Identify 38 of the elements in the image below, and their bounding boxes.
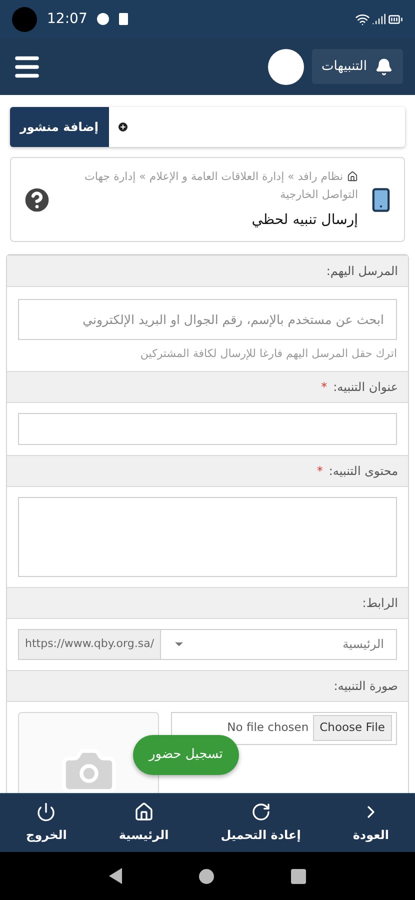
- reload-icon: [250, 802, 271, 822]
- home-icon: [134, 802, 154, 822]
- link-select[interactable]: الرئيسية: [160, 628, 397, 660]
- field-label: صورة التنبيه:: [334, 678, 398, 694]
- field-label: الرابط:: [362, 594, 398, 612]
- check-in-button[interactable]: تسجيل حضور: [133, 735, 239, 775]
- clock-text: 12:07: [47, 10, 88, 28]
- file-status-text: No file chosen: [227, 719, 309, 736]
- title-input-field[interactable]: [18, 412, 397, 444]
- camera-cutout-icon: [12, 6, 37, 32]
- user-avatar[interactable]: [268, 48, 304, 84]
- add-post-button[interactable]: إضافة منشور: [10, 107, 108, 147]
- home-icon: [347, 171, 358, 182]
- field-label: محتوى التنبيه:: [328, 462, 398, 480]
- signal-icon: [372, 12, 386, 26]
- sd-card-icon: [119, 13, 128, 25]
- required-mark: *: [316, 462, 323, 480]
- nav-item[interactable]: الخروج: [22, 802, 71, 844]
- field-label: عنوان التنبيه:: [333, 378, 398, 396]
- required-mark: *: [321, 378, 328, 396]
- wifi-icon: [355, 12, 370, 26]
- power-icon: [36, 802, 56, 822]
- home-button-icon[interactable]: [198, 868, 214, 884]
- field-label: المرسل اليهم:: [326, 263, 398, 280]
- page-title: إرسال تنبيه لحظي: [250, 211, 358, 230]
- url-prefix: https://www.qby.org.sa/: [18, 628, 160, 660]
- recents-icon[interactable]: [291, 868, 306, 884]
- add-icon: [116, 121, 128, 133]
- nav-item[interactable]: الرئيسية: [114, 802, 173, 844]
- nav-item[interactable]: العودة: [348, 802, 393, 844]
- notifications-button[interactable]: التنبيهات: [312, 49, 403, 84]
- nav-item[interactable]: إعادة التحميل: [216, 802, 305, 844]
- recipient-search-field[interactable]: ابحث عن مستخدم بالإسم، رقم الجوال او البريد الإلكتروني: [18, 299, 397, 340]
- hint-text: اترك حقل المرسل اليهم فارغا للإرسال لكافة المشتركين: [139, 346, 397, 362]
- bell-icon: [375, 58, 393, 76]
- choose-file-button[interactable]: Choose File: [312, 715, 392, 741]
- breadcrumb-text: نظام رافد » إدارة العلاقات العامة و الإعلام » إدارة جهات التواصل الخارجية: [84, 169, 358, 203]
- back-icon[interactable]: [108, 868, 122, 884]
